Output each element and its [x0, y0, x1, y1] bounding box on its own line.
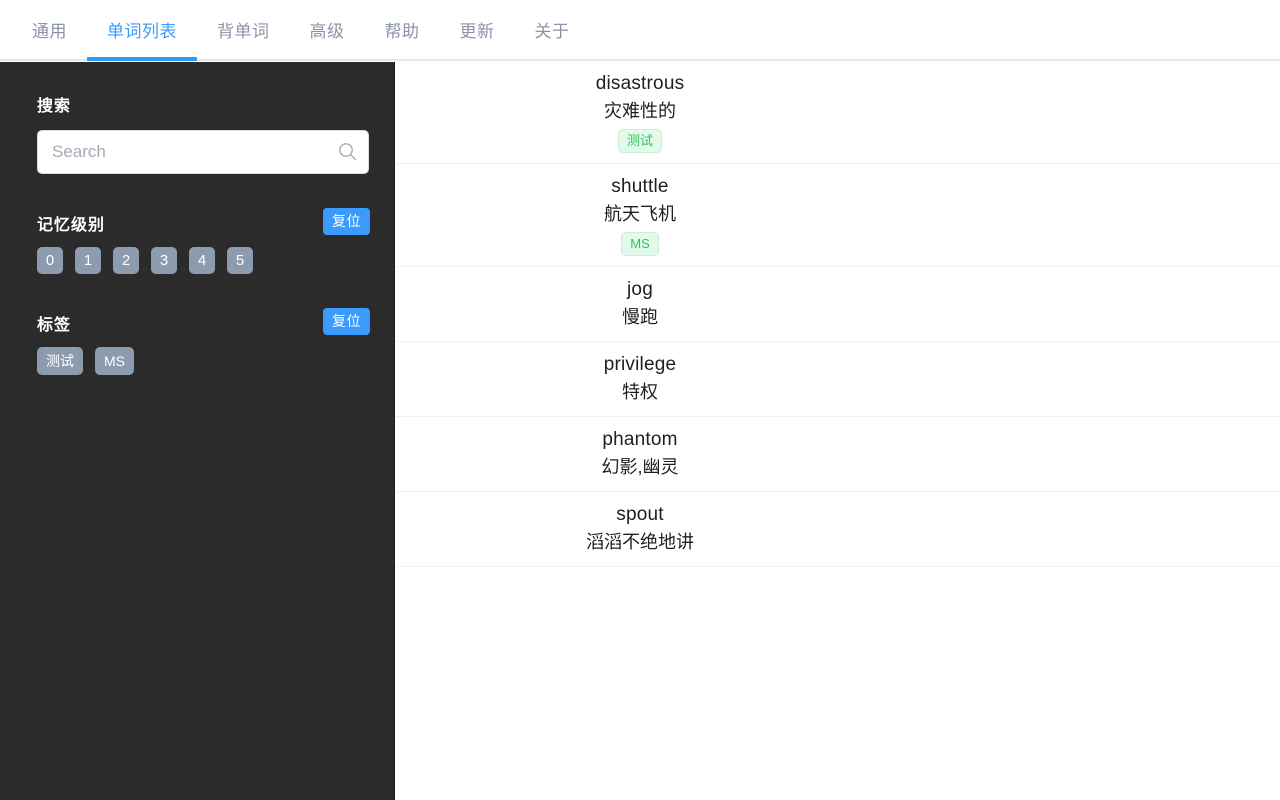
tags-chip-row: 测试 MS [37, 347, 369, 375]
word-definition: 幻影,幽灵 [601, 457, 679, 477]
search-section-label: 搜索 [37, 98, 72, 115]
tag-chip-ms[interactable]: MS [95, 347, 134, 375]
word-definition: 慢跑 [622, 307, 658, 327]
tab-general[interactable]: 通用 [32, 0, 67, 59]
word-term: phantom [602, 429, 678, 450]
memory-level-chip-3[interactable]: 3 [151, 247, 177, 274]
tags-section: 标签 复位 测试 MS [37, 308, 370, 375]
word-tag-list: 测试 [617, 129, 662, 153]
word-term: jog [627, 279, 653, 300]
tab-label: 关于 [534, 22, 570, 41]
tab-label: 高级 [309, 22, 345, 41]
memory-level-chip-1[interactable]: 1 [75, 247, 101, 274]
tab-label: 背单词 [217, 22, 270, 41]
memory-level-chip-2[interactable]: 2 [113, 247, 139, 274]
memory-level-label: 记忆级别 [37, 217, 106, 234]
search-section: 搜索 [37, 92, 369, 174]
tab-word-list[interactable]: 单词列表 [87, 0, 197, 61]
settings-tabbar: 通用 单词列表 背单词 高级 帮助 更新 关于 [0, 0, 1280, 61]
word-term: privilege [603, 354, 677, 375]
tab-update[interactable]: 更新 [460, 0, 495, 59]
memory-level-chip-0[interactable]: 0 [37, 247, 63, 274]
tab-label: 单词列表 [107, 22, 177, 41]
word-term: disastrous [595, 73, 685, 94]
word-tag-badge: 测试 [617, 129, 662, 153]
word-term: spout [616, 504, 664, 525]
tab-advanced[interactable]: 高级 [310, 0, 345, 59]
memory-level-header: 记忆级别 复位 [37, 208, 370, 238]
word-term: shuttle [611, 176, 669, 197]
tab-recite-words[interactable]: 背单词 [217, 0, 270, 59]
word-tag-badge: MS [621, 232, 659, 256]
memory-level-chip-5[interactable]: 5 [227, 247, 253, 274]
tags-label: 标签 [37, 317, 72, 334]
memory-level-chip-4[interactable]: 4 [189, 247, 215, 274]
tag-chip-test[interactable]: 测试 [37, 347, 83, 375]
word-tag-list: MS [621, 232, 659, 256]
word-definition: 灾难性的 [604, 101, 676, 121]
word-definition: 特权 [622, 382, 658, 402]
tags-header: 标签 复位 [37, 308, 370, 338]
memory-level-section: 记忆级别 复位 0 1 2 3 4 5 [37, 208, 370, 274]
word-definition: 滔滔不绝地讲 [586, 532, 694, 552]
app-window: 通用 单词列表 背单词 高级 帮助 更新 关于 disastrous 灾难性的 … [0, 0, 1280, 800]
memory-level-chip-row: 0 1 2 3 4 5 [37, 247, 369, 274]
tags-reset-button[interactable]: 复位 [323, 308, 370, 335]
tab-label: 更新 [459, 22, 495, 41]
search-input[interactable] [37, 130, 369, 174]
filter-sidebar: 搜索 记忆级别 复位 0 1 2 3 4 [0, 62, 395, 800]
tab-about[interactable]: 关于 [535, 0, 570, 59]
tab-help[interactable]: 帮助 [385, 0, 420, 59]
search-field-wrapper [37, 130, 369, 174]
word-definition: 航天飞机 [604, 204, 676, 224]
tab-label: 通用 [32, 22, 67, 41]
memory-level-reset-button[interactable]: 复位 [323, 208, 370, 235]
tab-label: 帮助 [384, 22, 420, 41]
